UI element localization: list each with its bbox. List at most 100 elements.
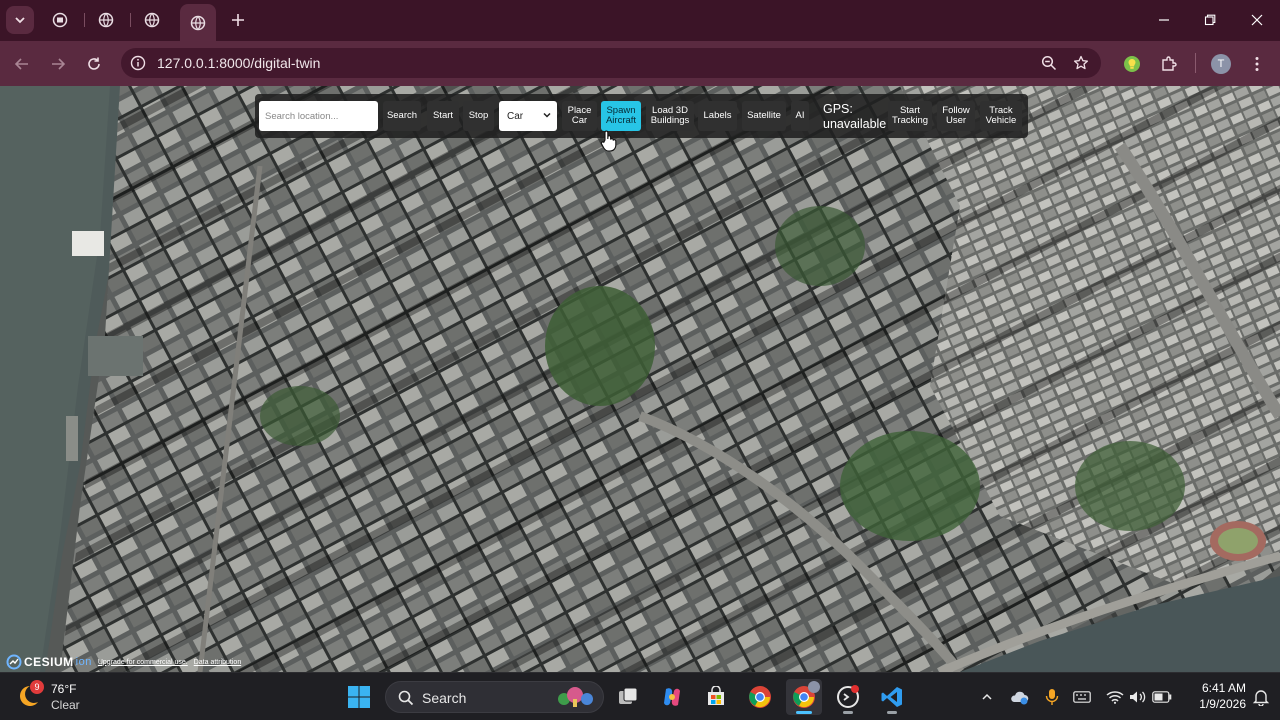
cesium-ion-logo[interactable]: CESIUM ion xyxy=(6,654,92,670)
start-button[interactable] xyxy=(341,679,377,715)
search-button[interactable]: Search xyxy=(383,101,421,131)
satellite-imagery[interactable] xyxy=(0,86,1280,672)
minimize-button[interactable] xyxy=(1141,0,1187,40)
start-tracking-button[interactable]: Start Tracking xyxy=(888,101,932,131)
place-car-button[interactable]: Place Car xyxy=(562,101,597,131)
copilot-button[interactable] xyxy=(654,679,690,715)
ai-button[interactable]: AI xyxy=(791,101,809,131)
volume-tray-button[interactable] xyxy=(1126,685,1150,709)
digital-twin-toolbar: Search Start Stop Car Place Car Spawn Ai… xyxy=(255,94,1028,138)
start-button[interactable]: Start xyxy=(427,101,459,131)
bookmark-star-icon[interactable] xyxy=(1072,54,1090,72)
new-tab-button[interactable] xyxy=(226,6,250,34)
notification-bell-icon xyxy=(1252,690,1270,706)
spawn-aircraft-button[interactable]: Spawn Aircraft xyxy=(601,101,641,131)
tab-strip xyxy=(0,0,1280,41)
upgrade-commercial-link[interactable]: Upgrade for commercial use. xyxy=(98,659,188,666)
search-icon xyxy=(398,690,414,706)
reload-button[interactable] xyxy=(80,50,108,78)
tab-4-active[interactable] xyxy=(180,4,216,41)
gps-status: GPS: unavailable xyxy=(823,102,887,131)
site-info-icon[interactable] xyxy=(129,54,147,72)
hand-cursor-icon xyxy=(600,130,617,152)
windows-taskbar: 9 76°F Clear Search 6:41 AM 1/9/2026 xyxy=(0,672,1280,720)
cesium-logo-icon xyxy=(6,654,22,670)
chevron-down-icon xyxy=(543,112,551,118)
globe-favicon-icon xyxy=(144,12,160,28)
restore-icon xyxy=(1204,14,1216,26)
weather-badge: 9 xyxy=(30,680,44,694)
shield-favicon-icon xyxy=(52,12,68,28)
notifications-button[interactable] xyxy=(1249,685,1273,709)
wifi-tray-button[interactable] xyxy=(1103,685,1127,709)
weather-widget[interactable]: 9 76°F Clear xyxy=(18,678,108,716)
microsoft-store-button[interactable] xyxy=(698,679,734,715)
stop-button[interactable]: Stop xyxy=(463,101,494,131)
chrome-taskbar-button[interactable] xyxy=(742,679,778,715)
chrome-icon xyxy=(749,686,771,708)
vscode-icon xyxy=(881,687,902,707)
github-desktop-icon xyxy=(837,685,859,708)
wifi-icon xyxy=(1106,691,1124,704)
windows-logo-icon xyxy=(348,686,370,708)
tab-3[interactable] xyxy=(134,6,170,34)
satellite-button[interactable]: Satellite xyxy=(742,101,786,131)
extensions-puzzle-icon[interactable] xyxy=(1155,50,1183,78)
close-icon xyxy=(1251,14,1263,26)
plus-icon xyxy=(232,14,244,26)
tab-2[interactable] xyxy=(88,6,124,34)
url-text: 127.0.0.1:8000/digital-twin xyxy=(157,55,321,71)
tab-search-button[interactable] xyxy=(6,6,34,34)
load-3d-buildings-button[interactable]: Load 3D Buildings xyxy=(646,101,694,131)
chevron-up-icon xyxy=(982,693,992,700)
keyboard-icon xyxy=(1073,691,1091,703)
reload-icon xyxy=(88,57,100,70)
chrome-profile-taskbar-button[interactable] xyxy=(786,679,822,715)
vehicle-type-select[interactable]: Car xyxy=(499,101,557,131)
data-attribution-link[interactable]: Data attribution xyxy=(194,659,241,666)
task-view-button[interactable] xyxy=(610,679,646,715)
extension-lightbulb-icon[interactable] xyxy=(1118,50,1146,78)
location-search-input[interactable] xyxy=(259,101,378,131)
keyboard-tray-button[interactable] xyxy=(1070,685,1094,709)
clock-time: 6:41 AM xyxy=(1201,681,1246,695)
browser-toolbar: 127.0.0.1:8000/digital-twin T xyxy=(0,41,1280,86)
address-bar[interactable]: 127.0.0.1:8000/digital-twin xyxy=(121,48,1101,78)
follow-user-button[interactable]: Follow User xyxy=(937,101,975,131)
github-desktop-button[interactable] xyxy=(830,679,866,715)
forward-button[interactable] xyxy=(44,50,72,78)
globe-favicon-icon xyxy=(190,15,206,30)
close-window-button[interactable] xyxy=(1234,0,1280,40)
cesium-logo-text: CESIUM xyxy=(24,655,74,669)
store-icon xyxy=(708,686,724,705)
battery-tray-button[interactable] xyxy=(1150,685,1174,709)
minimize-icon xyxy=(1159,19,1169,21)
weather-desc: Clear xyxy=(51,698,80,712)
microphone-icon xyxy=(1045,689,1059,705)
onedrive-tray-button[interactable] xyxy=(1007,685,1031,709)
copilot-icon xyxy=(664,688,680,706)
system-clock[interactable]: 6:41 AM 1/9/2026 xyxy=(1180,680,1246,712)
track-vehicle-button[interactable]: Track Vehicle xyxy=(980,101,1022,131)
zoom-icon[interactable] xyxy=(1040,54,1058,72)
battery-icon xyxy=(1152,691,1172,703)
show-hidden-icons-button[interactable] xyxy=(975,685,999,709)
cloud-icon xyxy=(1011,691,1029,705)
microphone-tray-button[interactable] xyxy=(1040,685,1064,709)
clock-date: 1/9/2026 xyxy=(1199,697,1246,711)
labels-button[interactable]: Labels xyxy=(698,101,737,131)
profile-badge xyxy=(808,681,820,693)
taskbar-search-box[interactable]: Search xyxy=(385,681,604,713)
restore-button[interactable] xyxy=(1187,0,1233,40)
vscode-button[interactable] xyxy=(874,679,910,715)
satellite-map-viewport[interactable] xyxy=(0,86,1280,672)
tab-1[interactable] xyxy=(42,6,78,34)
cesium-credits: CESIUM ion Upgrade for commercial use. Da… xyxy=(6,654,241,670)
profile-avatar[interactable]: T xyxy=(1207,50,1235,78)
chrome-menu-button[interactable] xyxy=(1243,50,1271,78)
arrow-left-icon xyxy=(14,58,28,70)
back-button[interactable] xyxy=(8,50,36,78)
chevron-down-icon xyxy=(15,17,25,24)
weather-temp: 76°F xyxy=(51,682,77,696)
speaker-icon xyxy=(1130,691,1146,703)
